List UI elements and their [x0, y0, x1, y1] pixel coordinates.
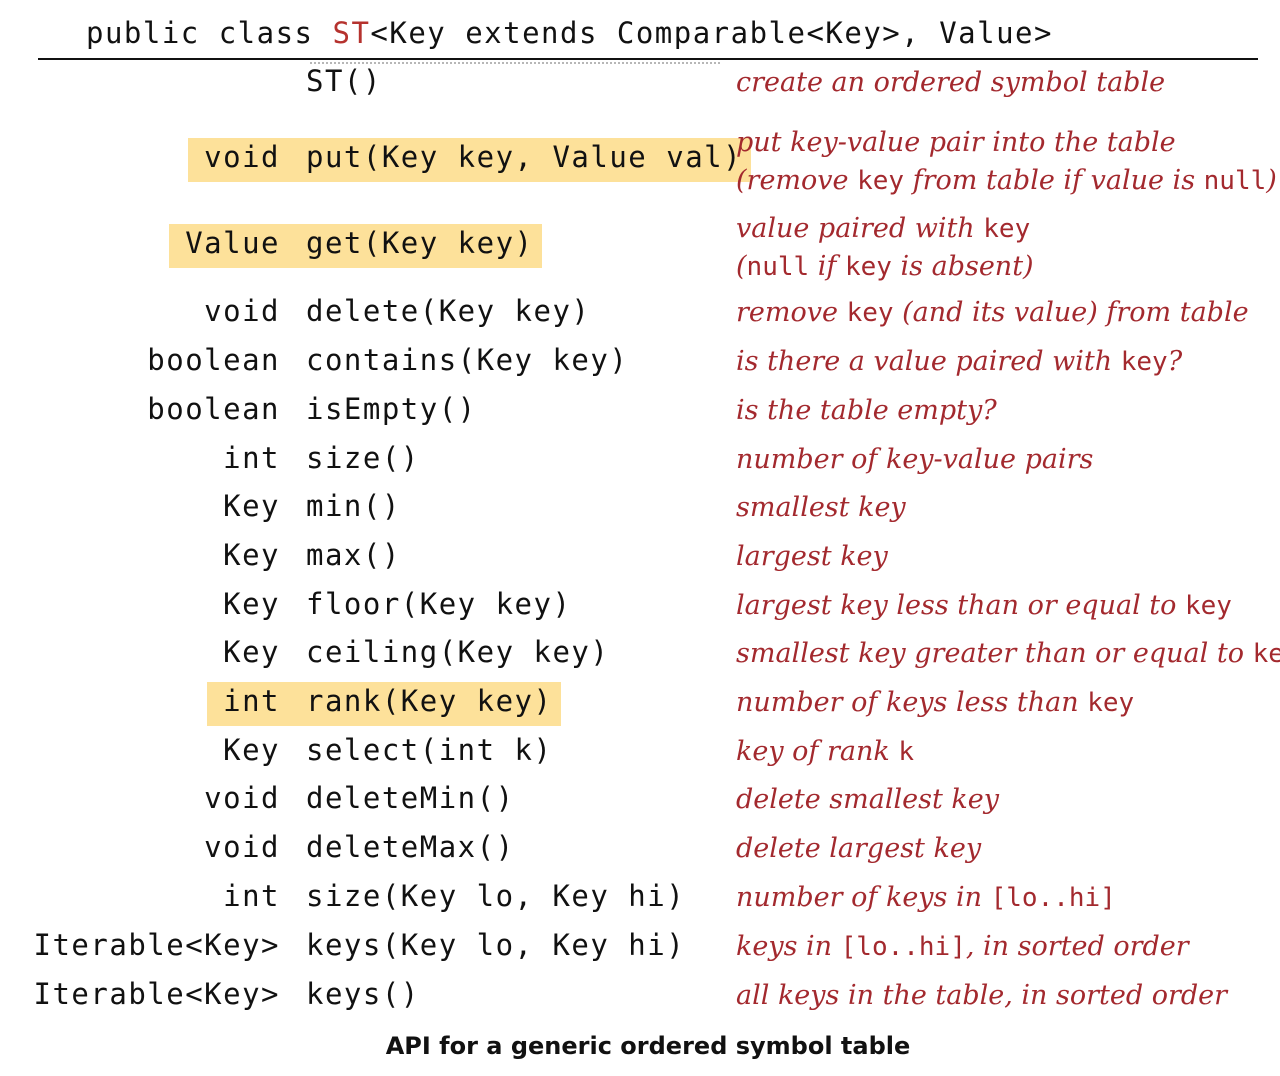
method-description: value paired with key (null if key is abs…	[736, 210, 1034, 286]
method-signature: isEmpty()	[306, 392, 477, 426]
method-return-type: Iterable<Key>	[33, 977, 280, 1011]
description-text: create an ordered symbol table	[736, 67, 1166, 98]
generic-parameters: <Key extends Comparable<Key>, Value>	[370, 16, 1053, 50]
method-description: largest key less than or equal to key	[736, 587, 1232, 625]
description-text: ?	[1167, 346, 1183, 377]
description-text: largest key less than or equal to	[736, 590, 1185, 621]
method-description: is there a value paired with key?	[736, 343, 1182, 381]
method-description: number of keys in [lo..hi]	[736, 879, 1116, 917]
description-text: smallest key	[736, 492, 906, 523]
method-signature: floor(Key key)	[306, 587, 572, 621]
method-return-type: Iterable<Key>	[33, 928, 280, 962]
inline-code: key	[1087, 688, 1135, 718]
inline-code: key	[1184, 591, 1232, 621]
inline-code: k	[898, 737, 914, 767]
method-return-type: int	[223, 879, 280, 913]
inline-code: key	[846, 298, 894, 328]
method-return-type: Key	[223, 733, 280, 767]
method-description: key of rank k	[736, 733, 914, 771]
description-text: , in sorted order	[965, 931, 1189, 962]
method-description: number of key-value pairs	[736, 441, 1093, 479]
method-return-type: void	[204, 294, 280, 328]
description-text: )	[1266, 165, 1277, 196]
method-return-type: int	[223, 441, 280, 475]
figure-caption: API for a generic ordered symbol table	[385, 1032, 911, 1060]
description-text: is the table empty?	[736, 395, 997, 426]
description-text: smallest key greater than or equal to	[736, 638, 1253, 669]
method-return-type: Key	[223, 489, 280, 523]
method-signature: deleteMin()	[306, 781, 515, 815]
method-return-type: void	[204, 781, 280, 815]
description-text: delete smallest key	[736, 784, 999, 815]
description-text: is there a value paired with	[736, 346, 1121, 377]
method-signature: max()	[306, 538, 401, 572]
method-description: smallest key	[736, 489, 906, 527]
description-text: delete largest key	[736, 833, 982, 864]
method-description: delete smallest key	[736, 781, 999, 819]
method-return-type: Key	[223, 587, 280, 621]
method-description: put key-value pair into the table (remove…	[736, 124, 1277, 200]
inline-code: null	[746, 252, 810, 282]
description-text: remove	[736, 297, 847, 328]
inline-code: key	[983, 214, 1031, 244]
declaration-prefix: public class	[86, 16, 333, 50]
description-text: number of keys less than	[736, 687, 1088, 718]
method-return-type: boolean	[147, 343, 280, 377]
description-text: keys in	[736, 931, 841, 962]
method-description: number of keys less than key	[736, 684, 1134, 722]
description-text: key of rank	[736, 736, 899, 767]
method-signature: min()	[306, 489, 401, 523]
method-signature: delete(Key key)	[306, 294, 591, 328]
method-signature: get(Key key)	[306, 226, 534, 260]
description-text: largest key	[736, 541, 888, 572]
class-declaration: public class ST<Key extends Comparable<K…	[86, 16, 1053, 50]
method-signature: rank(Key key)	[306, 684, 553, 718]
method-description: delete largest key	[736, 830, 981, 868]
description-text: number of keys in	[736, 882, 991, 913]
description-text: all keys in the table, in sorted order	[736, 980, 1228, 1011]
description-text: if	[809, 251, 845, 282]
method-signature: contains(Key key)	[306, 343, 629, 377]
description-text: put key-value pair into the table	[736, 127, 1176, 158]
method-description: remove key (and its value) from table	[736, 294, 1249, 332]
method-description: smallest key greater than or equal to ke…	[736, 635, 1280, 673]
inline-code: key	[1120, 347, 1168, 377]
inline-code: key	[1252, 639, 1280, 669]
inline-code: [lo..hi]	[990, 883, 1116, 913]
method-description: largest key	[736, 538, 888, 576]
method-return-type: void	[204, 140, 280, 174]
method-signature: keys()	[306, 977, 420, 1011]
method-signature: put(Key key, Value val)	[306, 140, 743, 174]
inline-code: null	[1203, 166, 1267, 196]
description-text: (and its value) from table	[893, 297, 1249, 328]
description-text: number of key-value pairs	[736, 444, 1094, 475]
method-return-type: Value	[185, 226, 280, 260]
method-signature: deleteMax()	[306, 830, 515, 864]
method-return-type: void	[204, 830, 280, 864]
method-signature: size()	[306, 441, 420, 475]
method-return-type: boolean	[147, 392, 280, 426]
method-signature: keys(Key lo, Key hi)	[306, 928, 686, 962]
method-return-type: int	[223, 684, 280, 718]
class-name: ST	[332, 16, 371, 50]
method-return-type: Key	[223, 538, 280, 572]
method-description: keys in [lo..hi], in sorted order	[736, 928, 1189, 966]
description-text: (remove	[736, 165, 858, 196]
method-signature: ST()	[306, 64, 382, 98]
inline-code: key	[857, 166, 905, 196]
method-return-type: Key	[223, 635, 280, 669]
method-signature: select(int k)	[306, 733, 553, 767]
method-signature: size(Key lo, Key hi)	[306, 879, 686, 913]
description-text: is absent)	[891, 251, 1034, 282]
description-text: (	[736, 251, 747, 282]
method-description: all keys in the table, in sorted order	[736, 977, 1227, 1015]
inline-code: [lo..hi]	[840, 932, 966, 962]
method-description: is the table empty?	[736, 392, 997, 430]
header-rule	[38, 58, 1258, 60]
description-text: value paired with	[736, 213, 984, 244]
inline-code: key	[844, 252, 892, 282]
method-description: create an ordered symbol table	[736, 64, 1165, 102]
description-text: from table if value is	[904, 165, 1204, 196]
method-signature: ceiling(Key key)	[306, 635, 610, 669]
